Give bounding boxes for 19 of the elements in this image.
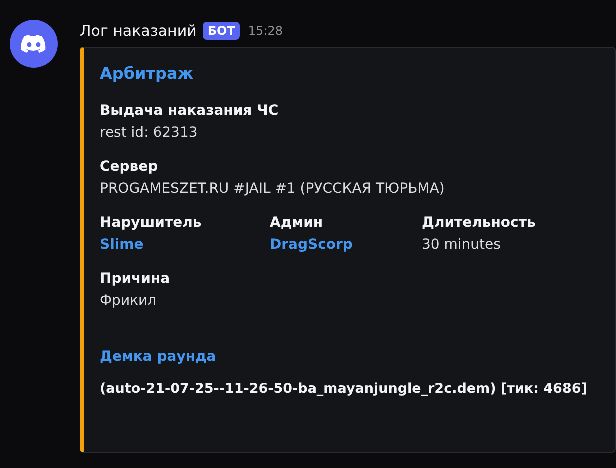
timestamp: 15:28 <box>248 23 283 40</box>
embed-title[interactable]: Арбитраж <box>100 62 194 86</box>
user-link[interactable]: Slime <box>100 234 144 256</box>
field-value: Фрикил <box>100 292 157 311</box>
demo-link[interactable]: Демка раунда <box>100 346 216 368</box>
user-link[interactable]: DragScorp <box>270 234 353 256</box>
author-name[interactable]: Лог наказаний <box>80 20 197 42</box>
field-name: Выдача наказания ЧС <box>100 102 279 121</box>
field-name: Причина <box>100 270 170 289</box>
field-name: Длительность <box>422 214 536 233</box>
field-value: rest id: 62313 <box>100 124 198 143</box>
field-name: Админ <box>270 214 324 233</box>
field-value: PROGAMESZET.RU #JAIL #1 (РУССКАЯ ТЮРЬМА) <box>100 180 445 199</box>
field-name: Нарушитель <box>100 214 202 233</box>
avatar-icon <box>10 20 58 68</box>
field-value: 30 minutes <box>422 236 501 255</box>
field-name: Сервер <box>100 158 158 177</box>
demo-file: (auto-21-07-25--11-26-50-ba_mayanjungle_r2c.dem) [тик: 4686] <box>100 380 588 399</box>
bot-badge: БОТ <box>202 22 240 40</box>
